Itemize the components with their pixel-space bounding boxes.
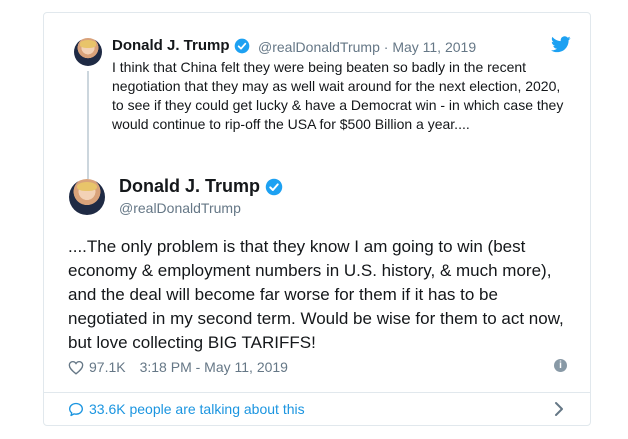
parent-tweet-text: I think that China felt they were being …	[112, 59, 564, 132]
chevron-right-icon[interactable]	[554, 401, 564, 417]
parent-handle[interactable]: @realDonaldTrump	[258, 39, 380, 55]
main-avatar[interactable]	[69, 179, 105, 215]
main-handle[interactable]: @realDonaldTrump	[119, 200, 241, 216]
parent-avatar[interactable]	[74, 38, 102, 66]
parent-author-name-text: Donald J. Trump	[112, 37, 230, 54]
parent-author-name[interactable]: Donald J. Trump	[112, 37, 250, 54]
tweet-timestamp[interactable]: 3:18 PM - May 11, 2019	[140, 359, 288, 375]
talking-about-link[interactable]: 33.6K people are talking about this	[68, 401, 568, 417]
main-author-name[interactable]: Donald J. Trump	[119, 176, 283, 197]
thread-line	[87, 71, 89, 179]
like-count[interactable]: 97.1K	[89, 359, 126, 375]
divider	[44, 392, 590, 393]
talking-about-text: 33.6K people are talking about this	[89, 401, 305, 417]
verified-badge-icon	[234, 38, 250, 54]
twitter-bird-icon[interactable]	[551, 36, 571, 53]
chat-bubble-icon	[69, 402, 83, 416]
main-author-name-text: Donald J. Trump	[119, 176, 261, 196]
tweet-footer: 97.1K 3:18 PM - May 11, 2019	[68, 359, 568, 375]
heart-icon[interactable]	[68, 360, 84, 375]
info-icon[interactable]: i	[554, 359, 567, 372]
main-tweet-text: ....The only problem is that they know I…	[68, 237, 564, 352]
parent-date[interactable]: May 11, 2019	[392, 39, 476, 55]
embedded-tweet-card: Donald J. Trump @realDonaldTrump · May 1…	[43, 12, 591, 426]
meta-separator: ·	[379, 39, 393, 55]
parent-meta: @realDonaldTrump · May 11, 2019	[258, 39, 476, 55]
verified-badge-icon	[265, 179, 283, 196]
